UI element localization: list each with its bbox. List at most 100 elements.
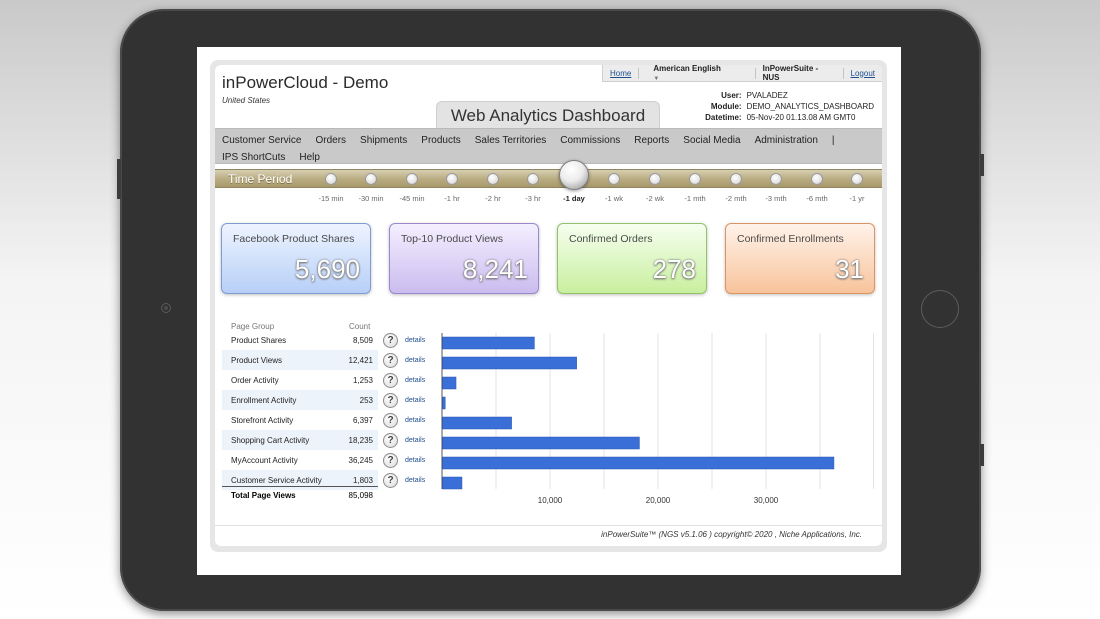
details-link[interactable]: details	[405, 417, 425, 424]
time-period-stop[interactable]	[325, 173, 337, 185]
nav-ips-shortcuts[interactable]: IPS ShortCuts	[222, 152, 285, 163]
module-label: Module:	[710, 102, 742, 111]
nav-commissions[interactable]: Commissions	[560, 135, 620, 146]
row-count: 8,509	[352, 336, 373, 345]
time-period-stop[interactable]	[365, 173, 377, 185]
main-nav: Customer Service Orders Shipments Produc…	[215, 128, 882, 164]
time-period-stop[interactable]	[487, 173, 499, 185]
total-label: Total Page Views	[231, 491, 296, 500]
kpi-value: 278	[652, 254, 696, 284]
chart-bar	[442, 336, 535, 350]
nav-sales-territories[interactable]: Sales Territories	[475, 135, 547, 146]
tablet-screen: inPowerCloud - Demo United States Home A…	[197, 47, 901, 575]
time-option-2mth[interactable]: -2 mth	[716, 194, 756, 203]
time-option-1wk[interactable]: -1 wk	[594, 194, 634, 203]
nav-administration[interactable]: Administration	[755, 135, 818, 146]
nav-social-media[interactable]: Social Media	[683, 135, 740, 146]
details-link[interactable]: details	[405, 437, 425, 444]
chart-bar	[442, 396, 446, 410]
row-page-group: Customer Service Activity	[231, 476, 322, 485]
details-link[interactable]: details	[405, 337, 425, 344]
nav-help[interactable]: Help	[299, 152, 320, 163]
details-link[interactable]: details	[405, 457, 425, 464]
language-select[interactable]: American English ▼	[639, 65, 754, 82]
details-link[interactable]: details	[405, 377, 425, 384]
table-row: Order Activity 1,253	[222, 370, 378, 390]
time-option-1day[interactable]: -1 day	[554, 194, 594, 203]
help-icon[interactable]: ?	[383, 393, 398, 408]
suite-link[interactable]: InPowerSuite - NUS	[756, 65, 843, 82]
row-count: 1,803	[352, 476, 373, 485]
module-value: DEMO_ANALYTICS_DASHBOARD	[746, 102, 874, 111]
time-period-handle[interactable]	[559, 160, 589, 190]
kpi-value: 5,690	[294, 254, 360, 284]
kpi-card-confirmed-orders[interactable]: Confirmed Orders 278	[557, 223, 707, 294]
time-option-1hr[interactable]: -1 hr	[432, 194, 472, 203]
time-period-stop[interactable]	[689, 173, 701, 185]
help-icon[interactable]: ?	[383, 333, 398, 348]
table-row: Shopping Cart Activity 18,235	[222, 430, 378, 450]
row-page-group: Order Activity	[231, 376, 279, 385]
kpi-card-facebook-shares[interactable]: Facebook Product Shares 5,690	[221, 223, 371, 294]
nav-customer-service[interactable]: Customer Service	[222, 135, 301, 146]
time-option-45min[interactable]: -45 min	[392, 194, 432, 203]
time-option-3hr[interactable]: -3 hr	[513, 194, 553, 203]
time-period-slider[interactable]: Time Period	[215, 160, 882, 190]
tablet-side-button	[980, 154, 984, 176]
time-option-2wk[interactable]: -2 wk	[635, 194, 675, 203]
help-icon[interactable]: ?	[383, 373, 398, 388]
time-option-15min[interactable]: -15 min	[311, 194, 351, 203]
time-period-stop[interactable]	[527, 173, 539, 185]
chart-bar	[442, 456, 835, 470]
logout-link[interactable]: Logout	[844, 69, 882, 78]
row-page-group: MyAccount Activity	[231, 456, 298, 465]
time-period-stop[interactable]	[770, 173, 782, 185]
row-page-group: Enrollment Activity	[231, 396, 297, 405]
datetime-value: 05-Nov-20 01.13.08 AM GMT0	[746, 113, 856, 122]
row-page-group: Product Views	[231, 356, 282, 365]
time-period-stop[interactable]	[608, 173, 620, 185]
help-icon[interactable]: ?	[383, 413, 398, 428]
nav-orders[interactable]: Orders	[315, 135, 346, 146]
chart-bar	[442, 416, 512, 430]
nav-shipments[interactable]: Shipments	[360, 135, 407, 146]
time-period-stop[interactable]	[730, 173, 742, 185]
details-link[interactable]: details	[405, 477, 425, 484]
time-option-2hr[interactable]: -2 hr	[473, 194, 513, 203]
time-option-6mth[interactable]: -6 mth	[797, 194, 837, 203]
details-link[interactable]: details	[405, 397, 425, 404]
kpi-card-confirmed-enrollments[interactable]: Confirmed Enrollments 31	[725, 223, 875, 294]
help-icon[interactable]: ?	[383, 473, 398, 488]
home-link[interactable]: Home	[603, 69, 638, 78]
kpi-card-product-views[interactable]: Top-10 Product Views 8,241	[389, 223, 539, 294]
time-period-stop[interactable]	[649, 173, 661, 185]
divider	[215, 525, 882, 526]
time-option-3mth[interactable]: -3 mth	[756, 194, 796, 203]
x-tick-label: 20,000	[646, 496, 671, 505]
chart-bar	[442, 476, 463, 490]
row-page-group: Product Shares	[231, 336, 287, 345]
time-period-stop[interactable]	[406, 173, 418, 185]
row-count: 253	[359, 396, 373, 405]
time-option-30min[interactable]: -30 min	[351, 194, 391, 203]
time-option-1mth[interactable]: -1 mth	[675, 194, 715, 203]
tablet-side-button	[117, 159, 121, 199]
home-button[interactable]	[921, 290, 959, 328]
nav-products[interactable]: Products	[421, 135, 460, 146]
time-period-stop[interactable]	[851, 173, 863, 185]
time-option-1yr[interactable]: -1 yr	[837, 194, 877, 203]
total-row: Total Page Views 85,098	[222, 486, 378, 501]
dashboard-title-tab: Web Analytics Dashboard	[436, 101, 660, 128]
help-icon[interactable]: ?	[383, 433, 398, 448]
app-window: inPowerCloud - Demo United States Home A…	[215, 65, 882, 546]
help-icon[interactable]: ?	[383, 453, 398, 468]
details-link[interactable]: details	[405, 357, 425, 364]
nav-reports[interactable]: Reports	[634, 135, 669, 146]
help-icon[interactable]: ?	[383, 353, 398, 368]
row-count: 18,235	[348, 436, 373, 445]
time-period-stop[interactable]	[446, 173, 458, 185]
kpi-title: Facebook Product Shares	[233, 233, 355, 245]
company-name: inPowerCloud - Demo	[222, 73, 389, 92]
time-period-stop[interactable]	[811, 173, 823, 185]
kpi-value: 8,241	[462, 254, 528, 284]
